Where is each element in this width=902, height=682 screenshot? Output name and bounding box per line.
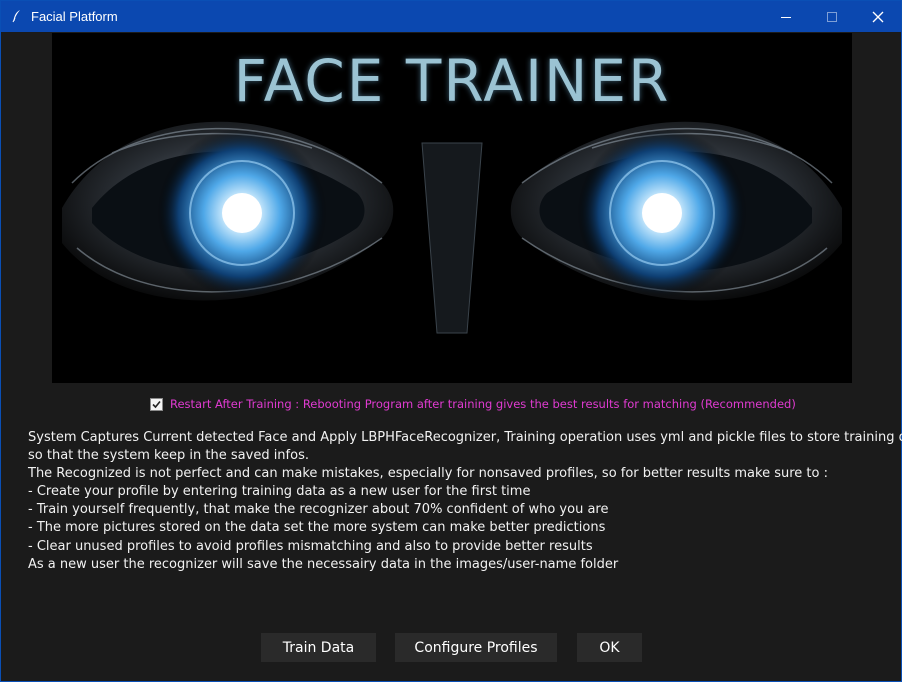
restart-checkbox-label: Restart After Training : Rebooting Progr…: [170, 397, 796, 411]
minimize-button[interactable]: [763, 1, 809, 32]
description-line: System Captures Current detected Face an…: [28, 430, 902, 445]
training-description: System Captures Current detected Face an…: [28, 429, 902, 574]
description-line: As a new user the recognizer will save t…: [28, 556, 619, 572]
configure-profiles-button[interactable]: Configure Profiles: [395, 633, 557, 662]
face-trainer-banner: FACE TRAINER: [52, 33, 852, 383]
description-line: The Recognized is not perfect and can ma…: [28, 466, 828, 482]
train-data-button[interactable]: Train Data: [261, 633, 376, 662]
restart-after-training-option[interactable]: Restart After Training : Rebooting Progr…: [150, 396, 796, 412]
description-line: so that the system keep in the saved inf…: [28, 448, 309, 464]
description-line: - Create your profile by entering traini…: [28, 484, 531, 500]
close-button[interactable]: [855, 1, 901, 32]
description-line: - Train yourself frequently, that make t…: [28, 502, 609, 518]
checkmark-icon: [152, 400, 161, 408]
banner-title: FACE TRAINER: [233, 47, 671, 115]
window-title: Facial Platform: [31, 9, 118, 24]
close-icon: [872, 11, 884, 22]
maximize-icon: [827, 11, 837, 22]
ok-button[interactable]: OK: [577, 633, 642, 662]
title-bar[interactable]: Facial Platform: [1, 1, 901, 32]
app-window: Facial Platform FACE TRAINER Restart Aft…: [0, 0, 902, 682]
description-line: - Clear unused profiles to avoid profile…: [28, 538, 593, 554]
minimize-icon: [781, 16, 791, 18]
description-line: - The more pictures stored on the data s…: [28, 520, 606, 536]
maximize-button[interactable]: [809, 1, 855, 32]
restart-checkbox[interactable]: [150, 397, 163, 411]
feather-app-icon: [10, 9, 24, 23]
